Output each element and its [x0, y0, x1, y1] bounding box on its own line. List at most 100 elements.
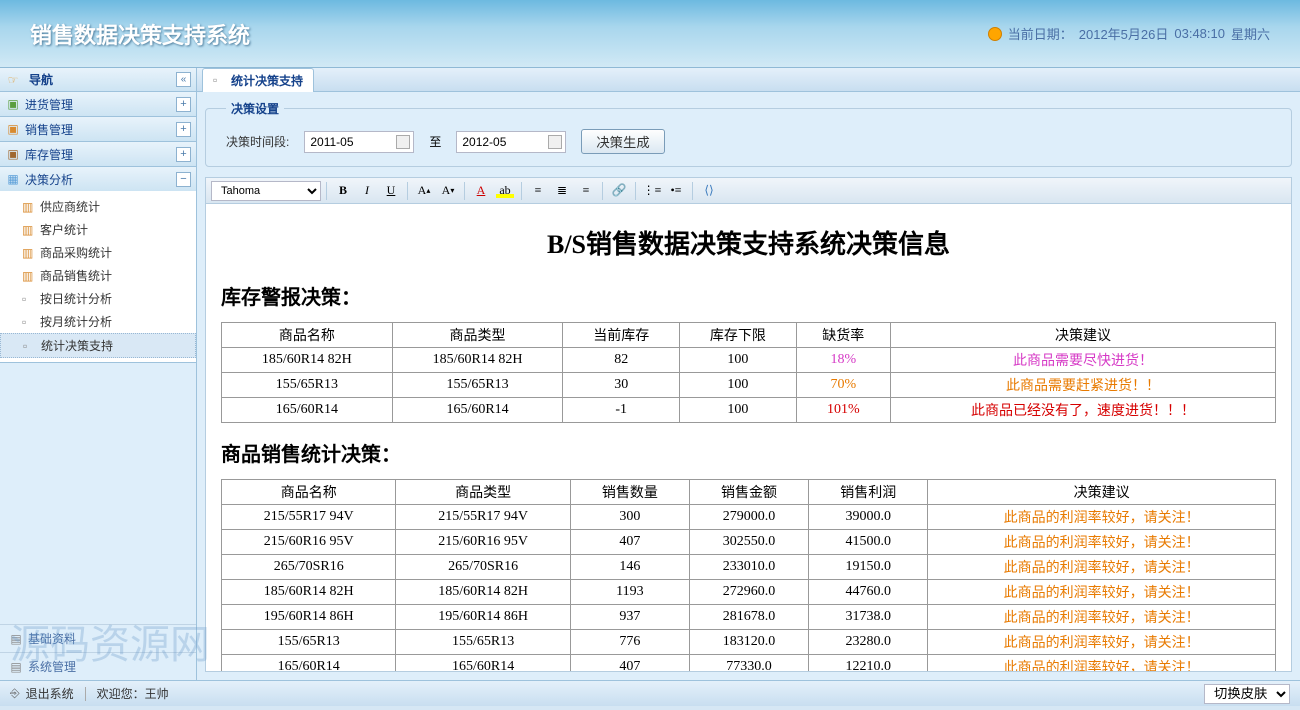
separator — [692, 182, 693, 200]
italic-button[interactable]: I — [356, 180, 378, 202]
tree-item-daily-stats[interactable]: 按日统计分析 — [0, 287, 196, 310]
section-sales-stats: 商品销售统计决策： — [221, 438, 1276, 467]
nav-group-sales: 销售管理 + — [0, 117, 196, 142]
system-icon — [8, 659, 24, 675]
table-row: 185/60R14 82H185/60R14 82H8210018%此商品需要尽… — [222, 348, 1276, 373]
align-center-button[interactable]: ≣ — [551, 180, 573, 202]
section-inventory-alert: 库存警报决策： — [221, 281, 1276, 310]
expand-button[interactable]: + — [176, 147, 191, 162]
bar-icon — [22, 223, 36, 237]
nav-group-header-sales[interactable]: 销售管理 + — [0, 117, 196, 141]
expand-button[interactable]: + — [176, 122, 191, 137]
table-row: 195/60R14 86H195/60R14 86H937281678.0317… — [222, 605, 1276, 630]
generate-decision-button[interactable]: 决策生成 — [581, 129, 664, 154]
separator — [635, 182, 636, 200]
folder-icon — [5, 121, 21, 137]
exit-link[interactable]: 退出系统 — [26, 685, 74, 702]
calendar-icon[interactable] — [396, 135, 410, 149]
table-row: 215/60R16 95V215/60R16 95V407302550.0415… — [222, 530, 1276, 555]
current-date-display: 当前日期： 2012年5月26日 03:48:10 星期六 — [988, 24, 1270, 43]
separator — [602, 182, 603, 200]
table-header: 决策建议 — [928, 480, 1276, 505]
tree-item-monthly-stats[interactable]: 按月统计分析 — [0, 310, 196, 333]
nav-group-header-purchase[interactable]: 进货管理 + — [0, 92, 196, 116]
table-header: 商品类型 — [396, 480, 570, 505]
underline-button[interactable]: U — [380, 180, 402, 202]
table-header: 销售数量 — [570, 480, 689, 505]
source-button[interactable]: ⟨⟩ — [698, 180, 720, 202]
highlight-button[interactable]: ab — [494, 180, 516, 202]
date-to-input[interactable]: 2012-05 — [456, 131, 566, 153]
font-select[interactable]: Tahoma — [211, 181, 321, 201]
nav-group-header-analysis[interactable]: 决策分析 − — [0, 167, 196, 191]
tree-item-decision-support[interactable]: 统计决策支持 — [0, 333, 196, 358]
font-decrease-button[interactable]: A▾ — [437, 180, 459, 202]
main-container: 导航 « 进货管理 + 销售管理 + 库存管理 + 决策分析 − — [0, 68, 1300, 680]
date-from-input[interactable]: 2011-05 — [304, 131, 414, 153]
table-header: 销售利润 — [809, 480, 928, 505]
separator — [85, 687, 86, 701]
expand-button[interactable]: + — [176, 97, 191, 112]
tab-decision-support[interactable]: 统计决策支持 — [202, 68, 314, 92]
sidebar-item-system-mgmt[interactable]: 系统管理 — [0, 652, 196, 680]
skin-select[interactable]: 切换皮肤 — [1204, 684, 1290, 704]
align-left-button[interactable]: ≡ — [527, 180, 549, 202]
footer: 退出系统 欢迎您：王帅 切换皮肤 — [0, 680, 1300, 706]
rich-editor: Tahoma B I U A▴ A▾ A ab ≡ ≣ ≡ 🔗 — [205, 177, 1292, 672]
tree-item-purchase-stats[interactable]: 商品采购统计 — [0, 241, 196, 264]
welcome-text: 欢迎您：王帅 — [97, 685, 169, 702]
calendar-icon[interactable] — [548, 135, 562, 149]
table-header: 商品名称 — [222, 323, 393, 348]
page-icon — [22, 315, 36, 329]
separator — [464, 182, 465, 200]
footer-left: 退出系统 欢迎您：王帅 — [10, 685, 169, 702]
tab-bar: 统计决策支持 — [197, 68, 1300, 92]
table-row: 215/55R17 94V215/55R17 94V300279000.0390… — [222, 505, 1276, 530]
separator — [326, 182, 327, 200]
chart-icon — [5, 171, 21, 187]
font-increase-button[interactable]: A▴ — [413, 180, 435, 202]
tree-item-supplier-stats[interactable]: 供应商统计 — [0, 195, 196, 218]
content-area: 统计决策支持 决策设置 决策时间段: 2011-05 至 2012-05 决策生… — [197, 68, 1300, 680]
bar-icon — [22, 200, 36, 214]
sales-stats-table: 商品名称商品类型销售数量销售金额销售利润决策建议 215/55R17 94V21… — [221, 479, 1276, 671]
table-header: 库存下限 — [680, 323, 797, 348]
folder-icon — [5, 146, 21, 162]
sidebar: 导航 « 进货管理 + 销售管理 + 库存管理 + 决策分析 − — [0, 68, 197, 680]
nav-header: 导航 « — [0, 68, 196, 92]
bar-icon — [22, 246, 36, 260]
page-icon — [22, 292, 36, 306]
sidebar-item-basic-data[interactable]: 基础资料 — [0, 624, 196, 652]
decision-settings-fieldset: 决策设置 决策时间段: 2011-05 至 2012-05 决策生成 — [205, 100, 1292, 167]
nav-tree-analysis: 供应商统计 客户统计 商品采购统计 商品销售统计 按日统计分析 按月统计分析 统… — [0, 191, 196, 362]
nav-group-header-inventory[interactable]: 库存管理 + — [0, 142, 196, 166]
table-row: 155/65R13155/65R133010070%此商品需要赶紧进货！！ — [222, 373, 1276, 398]
content-body: 决策设置 决策时间段: 2011-05 至 2012-05 决策生成 Tahom… — [197, 92, 1300, 680]
table-header: 缺货率 — [796, 323, 890, 348]
font-color-button[interactable]: A — [470, 180, 492, 202]
to-label: 至 — [429, 133, 441, 150]
sidebar-collapse-button[interactable]: « — [176, 72, 191, 87]
align-right-button[interactable]: ≡ — [575, 180, 597, 202]
table-row: 155/65R13155/65R13776183120.023280.0此商品的… — [222, 630, 1276, 655]
ordered-list-button[interactable]: ⋮≡ — [641, 180, 663, 202]
link-button[interactable]: 🔗 — [608, 180, 630, 202]
weekday-value: 星期六 — [1231, 24, 1270, 43]
separator — [521, 182, 522, 200]
table-row: 185/60R14 82H185/60R14 82H1193272960.044… — [222, 580, 1276, 605]
tree-item-sales-stats[interactable]: 商品销售统计 — [0, 264, 196, 287]
nav-group-inventory: 库存管理 + — [0, 142, 196, 167]
page-icon — [213, 73, 227, 87]
document-title: B/S销售数据决策支持系统决策信息 — [221, 224, 1276, 261]
clock-icon — [988, 27, 1002, 41]
editor-content[interactable]: B/S销售数据决策支持系统决策信息 库存警报决策： 商品名称商品类型当前库存库存… — [206, 204, 1291, 671]
unordered-list-button[interactable]: •≡ — [665, 180, 687, 202]
bold-button[interactable]: B — [332, 180, 354, 202]
inventory-alert-table: 商品名称商品类型当前库存库存下限缺货率决策建议 185/60R14 82H185… — [221, 322, 1276, 423]
nav-group-purchase: 进货管理 + — [0, 92, 196, 117]
collapse-button[interactable]: − — [176, 172, 191, 187]
bar-icon — [22, 269, 36, 283]
tree-item-customer-stats[interactable]: 客户统计 — [0, 218, 196, 241]
table-header: 决策建议 — [890, 323, 1275, 348]
app-header: 销售数据决策支持系统 当前日期： 2012年5月26日 03:48:10 星期六 — [0, 0, 1300, 68]
